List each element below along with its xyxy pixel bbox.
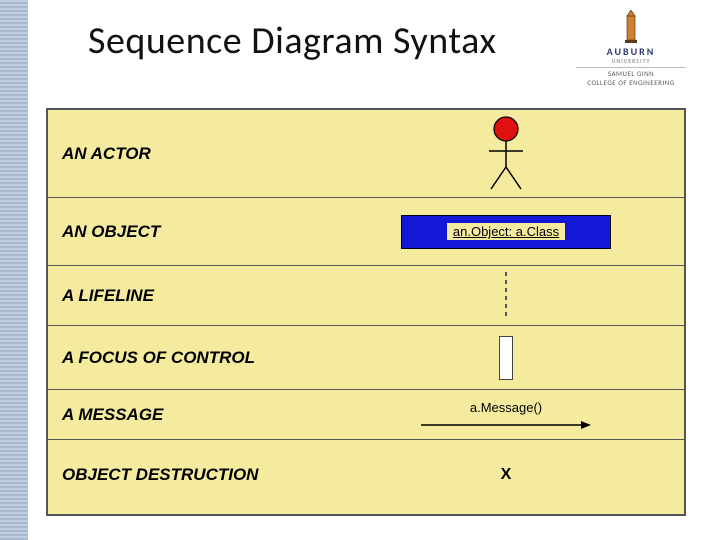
row-destruction: OBJECT DESTRUCTION X [48,440,684,510]
slide-title: Sequence Diagram Syntax [88,18,580,64]
message-text: a.Message() [470,400,542,415]
logo-subtitle-1: UNIVERSITY [576,58,686,68]
logo-subtitle-3: COLLEGE OF ENGINEERING [576,79,686,87]
row-lifeline: A LIFELINE [48,266,684,326]
label-object: AN OBJECT [48,198,328,265]
row-focus: A FOCUS OF CONTROL [48,326,684,390]
row-object: AN OBJECT an.Object: a.Class [48,198,684,266]
label-message: A MESSAGE [48,390,328,439]
object-text: an.Object: a.Class [447,223,565,240]
visual-message: a.Message() [328,390,684,439]
destruction-x-icon: X [501,466,512,484]
focus-of-control-icon [499,336,513,380]
logo-tower-icon [620,10,642,44]
visual-actor [328,110,684,197]
row-message: A MESSAGE a.Message() [48,390,684,440]
label-actor: AN ACTOR [48,110,328,197]
lifeline-icon [505,272,507,320]
visual-lifeline [328,266,684,325]
label-destruction: OBJECT DESTRUCTION [48,440,328,510]
object-box-icon: an.Object: a.Class [401,215,611,249]
label-focus: A FOCUS OF CONTROL [48,326,328,389]
visual-object: an.Object: a.Class [328,198,684,265]
university-logo: AUBURN UNIVERSITY SAMUEL GINN COLLEGE OF… [576,10,686,87]
label-lifeline: A LIFELINE [48,266,328,325]
visual-focus [328,326,684,389]
message-arrow-icon: a.Message() [406,400,606,429]
visual-destruction: X [328,440,684,510]
decorative-left-stripe [0,0,28,540]
syntax-table: AN ACTOR AN OBJECT an.Object: a.Class A … [46,108,686,516]
actor-icon [481,115,531,193]
slide-header: Sequence Diagram Syntax [88,18,580,64]
row-actor: AN ACTOR [48,110,684,198]
